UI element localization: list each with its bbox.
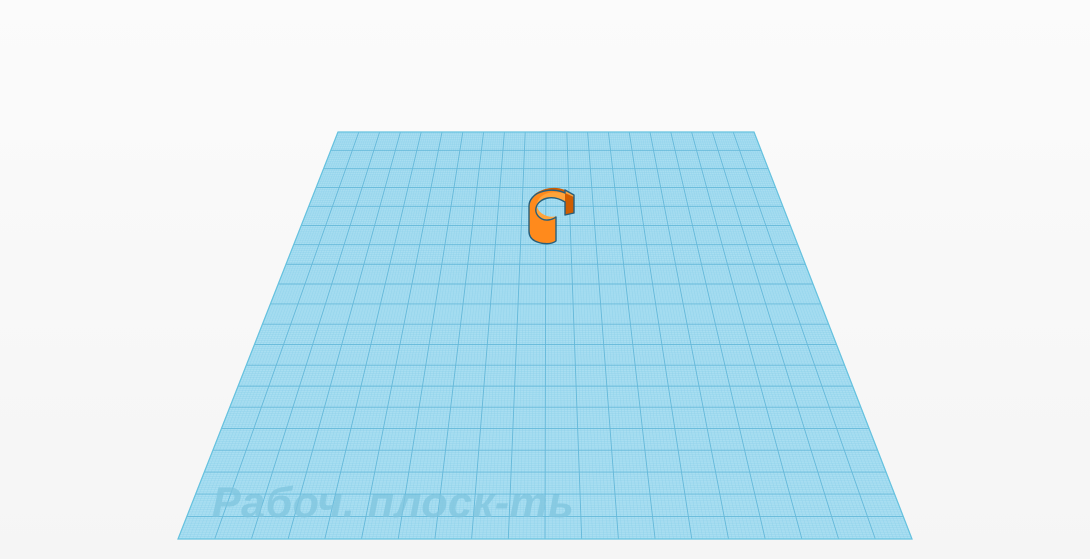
workplane-label: Рабоч. плоск-ть bbox=[212, 479, 574, 527]
workplane-scene: Рабоч. плоск-ть bbox=[177, 131, 913, 540]
3d-viewport[interactable]: Рабоч. плоск-ть bbox=[0, 0, 1090, 559]
